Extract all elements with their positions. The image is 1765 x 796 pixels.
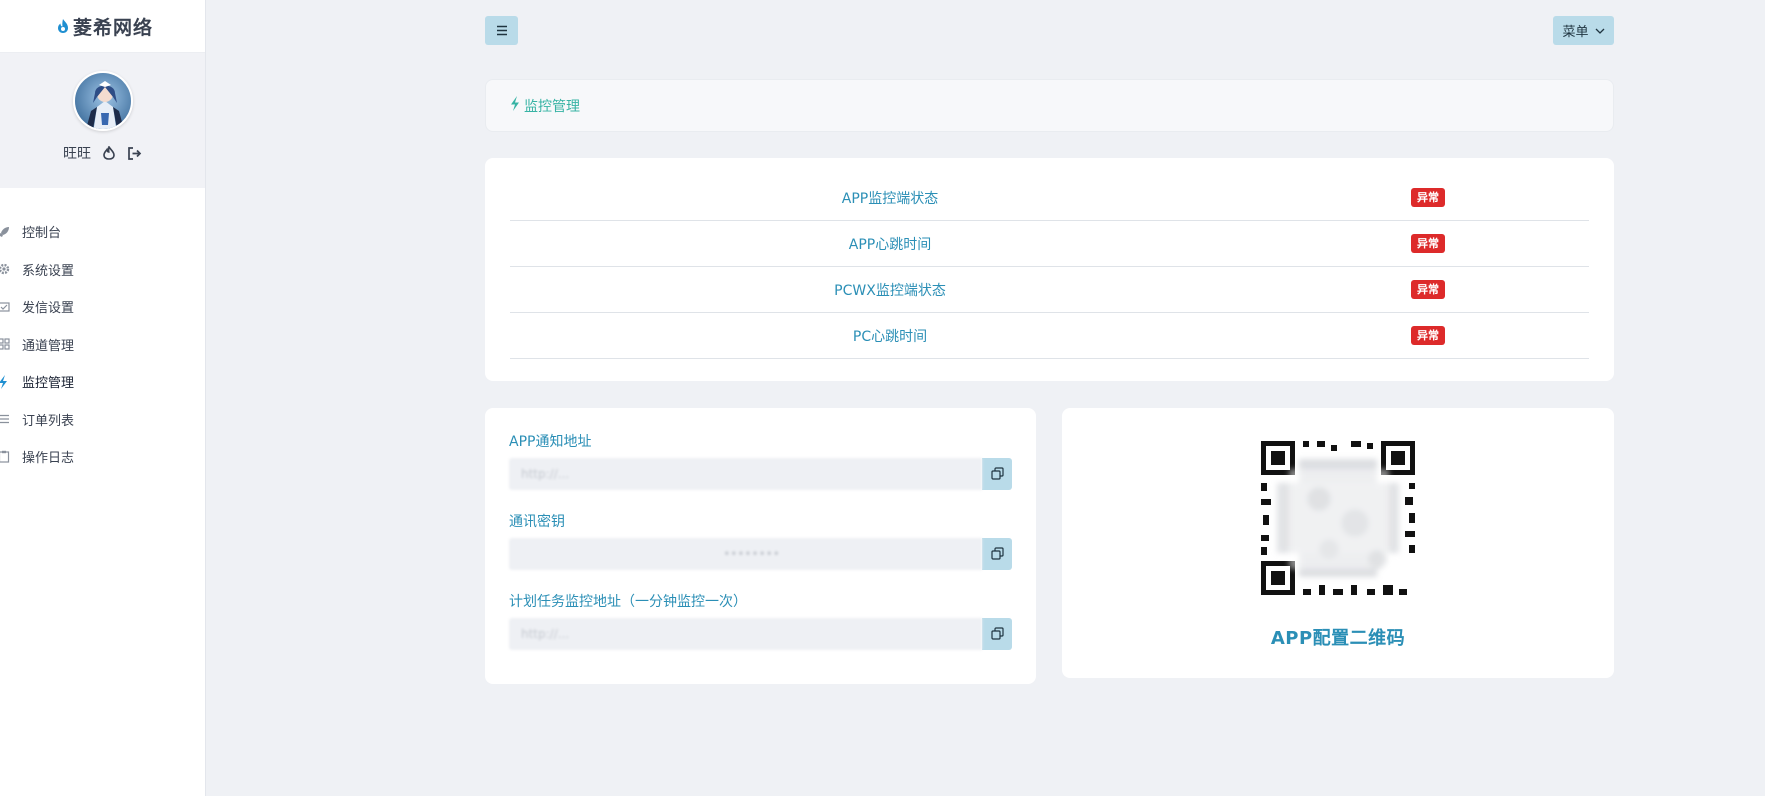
sidebar-item-label: 系统设置 [22, 263, 75, 279]
copy-button[interactable] [982, 618, 1012, 650]
status-label: PC心跳时间 [852, 328, 928, 345]
page-title: 监控管理 [524, 98, 580, 115]
secret-key-field: •••••••• [509, 538, 1012, 570]
qr-code-image [1259, 439, 1417, 597]
copy-icon [990, 625, 1004, 644]
sidebar-item-channel-management[interactable]: 通道管理 [0, 326, 205, 364]
copy-button[interactable] [982, 538, 1012, 570]
sidebar-item-operation-log[interactable]: 操作日志 [0, 438, 205, 476]
sidebar-item-dashboard[interactable]: 控制台 [0, 213, 205, 251]
cron-monitor-url-input[interactable]: http://... [509, 618, 982, 650]
qr-caption: APP配置二维码 [1270, 628, 1406, 649]
gear-icon [0, 262, 10, 276]
sidebar-item-label: 通道管理 [22, 338, 75, 354]
logout-icon[interactable] [127, 146, 142, 160]
cron-monitor-url-label: 计划任务监控地址（一分钟监控一次） [509, 594, 747, 610]
flame-icon [56, 18, 70, 34]
copy-icon [990, 545, 1004, 564]
status-row: APP心跳时间 异常 [510, 221, 1589, 267]
menu-dropdown-button[interactable]: 菜单 [1553, 16, 1614, 45]
monitor-status-card: APP监控端状态 异常 APP心跳时间 异常 PCWX监控端状态 异常 PC心跳… [485, 158, 1614, 381]
clipboard-icon [0, 450, 10, 464]
sidebar-item-monitor-management[interactable]: 监控管理 [0, 363, 205, 401]
sidebar-item-mail-settings[interactable]: 发信设置 [0, 288, 205, 326]
status-label: APP心跳时间 [848, 236, 932, 253]
sidebar-item-label: 监控管理 [22, 376, 75, 392]
page-title-card: 监控管理 [485, 79, 1614, 132]
status-row: PCWX监控端状态 异常 [510, 267, 1589, 313]
sidebar-nav: 控制台 系统设置 发信设置 通道管理 监控管理 订单列表 操作日志 [0, 213, 205, 476]
status-badge: 异常 [1411, 326, 1445, 345]
sidebar-item-label: 发信设置 [22, 301, 75, 317]
sidebar-item-label: 控制台 [22, 226, 62, 242]
list-icon [0, 412, 10, 426]
app-notify-url-field: http://... [509, 458, 1012, 490]
cron-monitor-url-field: http://... [509, 618, 1012, 650]
status-badge: 异常 [1411, 234, 1445, 253]
status-row: APP监控端状态 异常 [510, 175, 1589, 221]
rocket-icon [0, 225, 10, 239]
mail-check-icon [0, 300, 10, 314]
avatar[interactable] [72, 71, 133, 131]
user-name: 旺旺 [63, 146, 91, 162]
secret-key-input[interactable]: •••••••• [509, 538, 982, 570]
status-label: PCWX监控端状态 [834, 282, 946, 299]
copy-button[interactable] [982, 458, 1012, 490]
status-badge: 异常 [1411, 188, 1445, 207]
status-row: PC心跳时间 异常 [510, 313, 1589, 359]
chevron-down-icon [1595, 23, 1605, 38]
app-notify-url-label: APP通知地址 [509, 434, 592, 450]
config-card: APP通知地址 http://... 通讯密钥 •••••••• 计划任务监控地… [485, 408, 1036, 684]
flame-icon[interactable] [103, 146, 115, 160]
copy-icon [990, 465, 1004, 484]
bolt-icon [0, 374, 10, 389]
bolt-icon [510, 96, 520, 115]
sidebar-item-system-settings[interactable]: 系统设置 [0, 251, 205, 289]
user-profile: 旺旺 [0, 53, 205, 188]
sidebar-item-label: 操作日志 [22, 451, 75, 467]
grid-icon [0, 337, 10, 351]
sidebar: 菱希网络 旺旺 控制台 系统设置 发信设置 通道管理 监控管理 订单列表 操作日… [0, 0, 206, 796]
app-notify-url-input[interactable]: http://... [509, 458, 982, 490]
sidebar-item-label: 订单列表 [22, 413, 75, 429]
sidebar-item-order-list[interactable]: 订单列表 [0, 401, 205, 439]
hamburger-icon [496, 21, 508, 40]
menu-label: 菜单 [1562, 25, 1589, 40]
secret-key-label: 通讯密钥 [509, 514, 565, 530]
qr-card: APP配置二维码 [1062, 408, 1614, 678]
status-badge: 异常 [1411, 280, 1445, 299]
brand-name: 菱希网络 [72, 16, 153, 39]
sidebar-toggle-button[interactable] [485, 16, 518, 45]
status-label: APP监控端状态 [841, 190, 939, 207]
brand[interactable]: 菱希网络 [0, 0, 205, 53]
